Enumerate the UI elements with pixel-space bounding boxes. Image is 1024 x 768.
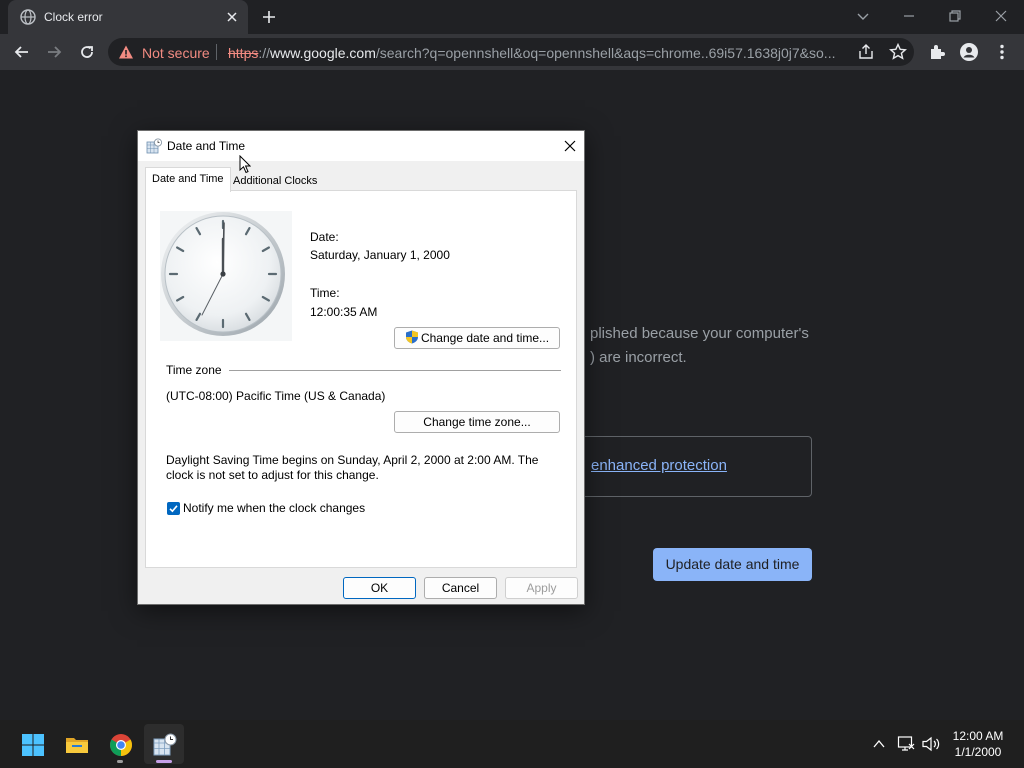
network-icon[interactable] [897, 735, 915, 753]
date-value: Saturday, January 1, 2000 [310, 248, 450, 262]
timezone-divider [229, 370, 561, 371]
close-window-icon[interactable] [991, 6, 1011, 26]
tab-strip: Clock error [0, 0, 1024, 34]
share-icon[interactable] [856, 42, 876, 62]
analog-clock-icon [160, 211, 292, 341]
chrome-button[interactable] [100, 724, 140, 764]
system-time: 12:00 AM [952, 729, 1004, 743]
warning-icon[interactable] [118, 44, 134, 60]
date-time-taskbar-button[interactable] [144, 724, 184, 764]
date-label: Date: [310, 230, 339, 244]
change-date-time-button[interactable]: Change date and time... [394, 327, 560, 349]
timezone-heading: Time zone [166, 363, 222, 377]
globe-icon [20, 9, 36, 25]
ok-button[interactable]: OK [343, 577, 416, 599]
checkmark-icon [169, 505, 178, 513]
browser-tab[interactable]: Clock error [8, 0, 248, 34]
apply-button[interactable]: Apply [505, 577, 578, 599]
omnibox-separator [216, 44, 217, 60]
start-button[interactable] [12, 724, 52, 764]
date-time-tab-panel: Date: Saturday, January 1, 2000 Time: 12… [145, 190, 577, 568]
close-icon[interactable] [562, 138, 578, 154]
menu-kebab-icon[interactable] [992, 42, 1012, 62]
change-time-zone-button[interactable]: Change time zone... [394, 411, 560, 433]
url-host: www.google.com [270, 45, 376, 61]
tab-title: Clock error [44, 10, 103, 24]
new-tab-icon[interactable] [260, 8, 278, 26]
mouse-cursor-icon [239, 155, 251, 174]
url-path: /search?q=opennshell&oq=opennshell&aqs=c… [375, 45, 836, 61]
minimize-icon[interactable] [899, 6, 919, 26]
time-value: 12:00:35 AM [310, 305, 378, 319]
volume-icon[interactable] [921, 735, 941, 753]
address-bar[interactable]: Not secure https://www.google.com/search… [108, 38, 914, 66]
file-explorer-button[interactable] [56, 724, 96, 764]
chevron-up-icon[interactable] [871, 736, 887, 752]
close-tab-icon[interactable] [224, 9, 240, 25]
system-clock[interactable]: 12:00 AM 1/1/2000 [940, 728, 1016, 760]
enhanced-protection-link[interactable]: enhanced protection [591, 457, 727, 474]
cancel-button[interactable]: Cancel [424, 577, 497, 599]
dialog-titlebar[interactable]: Date and Time [138, 131, 584, 161]
tab-date-and-time[interactable]: Date and Time [145, 167, 231, 192]
browser-toolbar: Not secure https://www.google.com/search… [0, 34, 1024, 70]
change-date-time-label: Change date and time... [420, 331, 550, 345]
back-icon[interactable] [12, 42, 32, 62]
update-date-time-button[interactable]: Update date and time [653, 548, 812, 581]
url-separator: :// [258, 45, 271, 61]
reload-icon[interactable] [77, 42, 97, 62]
date-time-dialog: Date and Time Date and Time Additional C… [137, 130, 585, 605]
bookmark-star-icon[interactable] [888, 42, 908, 62]
forward-icon[interactable] [44, 42, 64, 62]
file-explorer-icon [66, 738, 88, 753]
dialog-title: Date and Time [167, 139, 246, 153]
notify-checkbox-label[interactable]: Notify me when the clock changes [183, 501, 365, 515]
timezone-value: (UTC-08:00) Pacific Time (US & Canada) [166, 389, 386, 403]
system-date: 1/1/2000 [954, 745, 1002, 759]
restore-icon[interactable] [945, 6, 965, 26]
time-label: Time: [310, 286, 340, 300]
running-indicator [156, 760, 172, 763]
profile-icon[interactable] [959, 42, 979, 62]
url-scheme: https [228, 45, 259, 61]
date-time-icon [153, 733, 177, 756]
dst-notice: Daylight Saving Time begins on Sunday, A… [166, 453, 539, 482]
start-icon [22, 734, 44, 756]
error-message: plished because your computer's ) are in… [590, 325, 809, 366]
url-text[interactable]: https://www.google.com/search?q=opennshe… [228, 45, 846, 61]
taskbar: 12:00 AM 1/1/2000 [0, 720, 1024, 768]
chrome-icon [110, 734, 132, 756]
tab-search-icon[interactable] [853, 6, 873, 26]
enhanced-protection-box: enhanced protection [570, 436, 812, 497]
running-indicator [117, 760, 123, 763]
security-label[interactable]: Not secure [142, 45, 210, 61]
extensions-icon[interactable] [927, 42, 947, 62]
date-time-app-icon [146, 138, 162, 154]
uac-shield-icon [405, 330, 418, 344]
notify-checkbox[interactable] [167, 502, 180, 515]
